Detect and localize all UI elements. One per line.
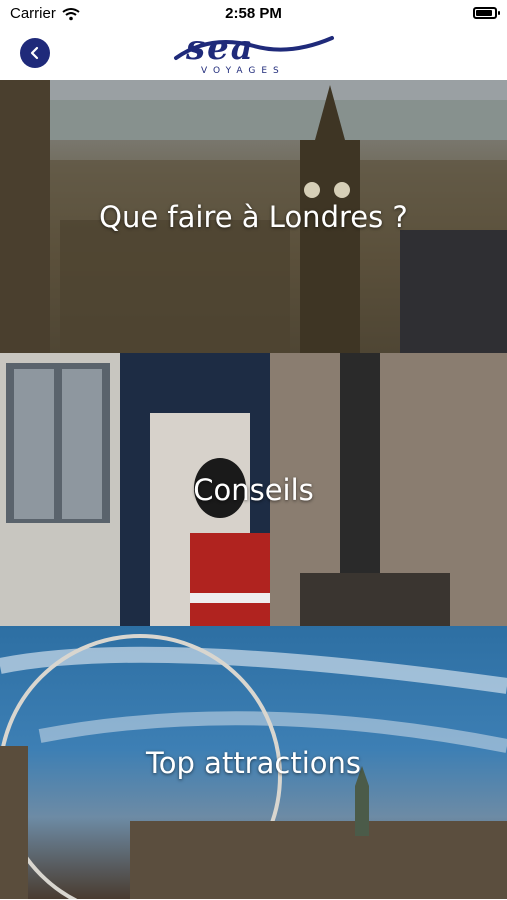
nav-bar: sea VOYAGES [0, 28, 507, 78]
battery-icon [473, 7, 500, 19]
back-button[interactable] [20, 38, 50, 68]
tile-conseils[interactable]: Conseils [0, 353, 507, 626]
chevron-left-icon [30, 46, 39, 60]
tile-top-attractions[interactable]: Top attractions [0, 626, 507, 899]
category-list: Que faire à Londres ? Conseils Top attra… [0, 80, 507, 899]
battery-level [476, 10, 492, 16]
logo-word: sea [186, 28, 255, 68]
tile-que-faire[interactable]: Que faire à Londres ? [0, 80, 507, 353]
tile-title: Conseils [193, 472, 314, 507]
status-bar: Carrier 2:58 PM [0, 0, 507, 28]
sea-voyages-logo: sea VOYAGES [170, 28, 337, 78]
logo-subtitle: VOYAGES [201, 66, 285, 76]
tile-title: Top attractions [146, 745, 361, 780]
tile-title: Que faire à Londres ? [99, 199, 408, 234]
clock: 2:58 PM [225, 5, 282, 22]
